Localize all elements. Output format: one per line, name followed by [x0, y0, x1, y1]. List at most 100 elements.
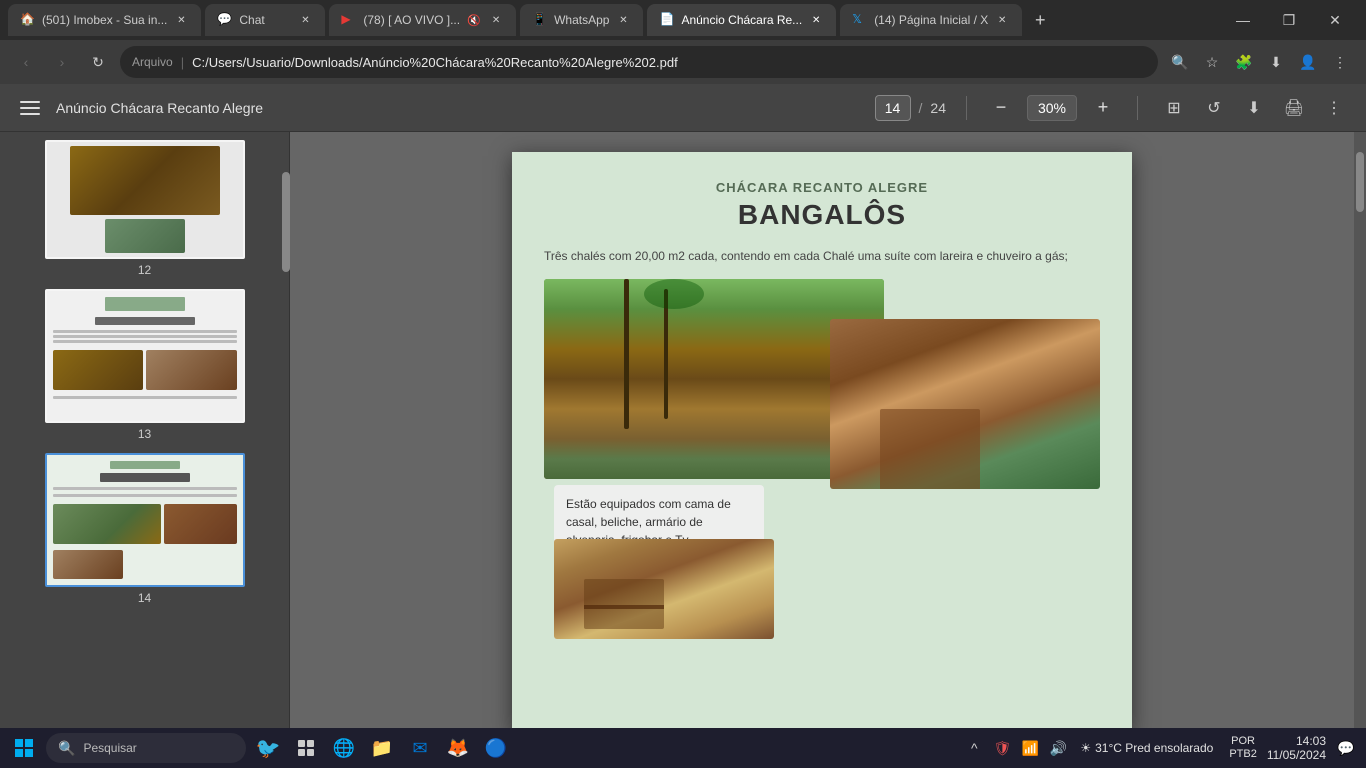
tray-time[interactable]: 14:03 11/05/2024 [1267, 734, 1326, 762]
close-button[interactable]: ✕ [1312, 0, 1358, 40]
thumb14-header [110, 461, 180, 469]
right-scrollbar[interactable] [1354, 132, 1366, 728]
thumb13-label: 13 [138, 427, 151, 441]
thumb13-caption [53, 396, 237, 399]
pdf-download-button[interactable]: ⬇ [1238, 92, 1270, 124]
bookmark-icon[interactable]: ☆ [1198, 48, 1226, 76]
tab-twitter-close[interactable]: ✕ [994, 12, 1010, 28]
taskbar-bluebird-icon[interactable]: 🐦 [252, 732, 284, 764]
tab-pdf-close[interactable]: ✕ [808, 12, 824, 28]
search-placeholder: Pesquisar [83, 741, 136, 755]
file-explorer-icon[interactable]: 📁 [366, 732, 398, 764]
tab-whatsapp[interactable]: 📱 WhatsApp ✕ [520, 4, 643, 36]
tab-aovivo-favicon: ▶ [341, 12, 357, 28]
reload-button[interactable]: ↻ [84, 48, 112, 76]
thumb14-img1 [53, 504, 162, 544]
page-number-input[interactable] [875, 95, 911, 121]
tab-imobex-close[interactable]: ✕ [173, 12, 189, 28]
tab-whatsapp-title: WhatsApp [554, 13, 609, 27]
thumb13-header [105, 297, 185, 311]
room-photo-inner [554, 539, 774, 639]
thumbnail-13[interactable]: 13 [8, 289, 281, 441]
tray-lang[interactable]: POR PTB2 [1229, 735, 1257, 761]
tray-time-display: 14:03 [1296, 734, 1326, 748]
forward-button[interactable]: › [48, 48, 76, 76]
windows-start-button[interactable] [8, 732, 40, 764]
firefox-icon[interactable]: 🦊 [442, 732, 474, 764]
pdf-divider-2 [1137, 96, 1138, 120]
new-tab-button[interactable]: + [1026, 6, 1054, 34]
tab-whatsapp-favicon: 📱 [532, 12, 548, 28]
extensions-icon[interactable]: 🧩 [1230, 48, 1258, 76]
pdf-main-title: BANGALÔS [544, 199, 1100, 231]
profile-icon[interactable]: 👤 [1294, 48, 1322, 76]
tray-network-icon[interactable]: 📶 [1018, 736, 1042, 760]
tab-bar: 🏠 (501) Imobex - Sua in... ✕ 💬 Chat ✕ ▶ … [0, 0, 1366, 40]
mail-icon[interactable]: ✉ [404, 732, 436, 764]
thumbnail-12[interactable]: 12 [8, 140, 281, 277]
cabin-photo [830, 319, 1100, 489]
thumb14-img2 [164, 504, 236, 544]
tab-pdf-title: Anúncio Chácara Re... [681, 13, 802, 27]
address-bar: ‹ › ↻ Arquivo | C:/Users/Usuario/Downloa… [0, 40, 1366, 84]
tab-imobex-favicon: 🏠 [20, 12, 36, 28]
tray-chevron[interactable]: ^ [962, 736, 986, 760]
tray-security-icon[interactable]: 🛡 [990, 736, 1014, 760]
pdf-more-button[interactable]: ⋮ [1318, 92, 1350, 124]
menu-icon[interactable]: ⋮ [1326, 48, 1354, 76]
page-layout-button[interactable]: ⊞ [1158, 92, 1190, 124]
thumb13-title [95, 317, 195, 325]
pdf-intro-text: Três chalés com 20,00 m2 cada, contendo … [544, 247, 1100, 265]
tray-date-display: 11/05/2024 [1267, 748, 1326, 762]
chrome-icon[interactable]: 🔵 [480, 732, 512, 764]
pdf-print-button[interactable]: 🖨 [1278, 92, 1310, 124]
thumb13-line3 [53, 340, 237, 343]
zoom-in-button[interactable]: + [1089, 94, 1117, 122]
pdf-scroll-area[interactable]: CHÁCARA RECANTO ALEGRE BANGALÔS Três cha… [290, 132, 1354, 728]
tab-twitter[interactable]: 𝕏 (14) Página Inicial / X ✕ [840, 4, 1022, 36]
tab-aovivo[interactable]: ▶ (78) [ AO VIVO ]... 🔇 ✕ [329, 4, 516, 36]
thumbnail-14[interactable]: 14 [8, 453, 281, 605]
hamburger-button[interactable] [16, 94, 44, 122]
search-bar[interactable]: 🔍 Pesquisar [46, 733, 246, 763]
search-icon: 🔍 [58, 740, 75, 757]
tab-chat[interactable]: 💬 Chat ✕ [205, 4, 325, 36]
edge-browser-icon[interactable]: 🌐 [328, 732, 360, 764]
thumb14-img3 [53, 550, 123, 579]
url-bar[interactable]: Arquivo | C:/Users/Usuario/Downloads/Anú… [120, 46, 1158, 78]
tab-chat-title: Chat [239, 13, 291, 27]
notification-button[interactable]: 💬 [1334, 736, 1358, 760]
tab-aovivo-close[interactable]: ✕ [488, 12, 504, 28]
thumb13-img2 [146, 350, 237, 390]
tray-volume-icon[interactable]: 🔊 [1046, 736, 1070, 760]
tab-aovivo-mute-icon[interactable]: 🔇 [466, 12, 482, 28]
download-icon[interactable]: ⬇ [1262, 48, 1290, 76]
tab-imobex-title: (501) Imobex - Sua in... [42, 13, 167, 27]
tab-chat-close[interactable]: ✕ [297, 12, 313, 28]
minimize-button[interactable]: — [1220, 0, 1266, 40]
thumb14-text2 [53, 494, 237, 497]
thumb14-text1 [53, 487, 237, 490]
tab-whatsapp-close[interactable]: ✕ [615, 12, 631, 28]
cabin-photo-inner [830, 319, 1100, 489]
thumb12-label: 12 [138, 263, 151, 277]
tray-weather[interactable]: ☀ 31°C Pred ensolarado [1080, 741, 1213, 755]
annotations-button[interactable]: ↺ [1198, 92, 1230, 124]
zoom-value-display: 30% [1027, 95, 1077, 121]
zoom-icon[interactable]: 🔍 [1166, 48, 1194, 76]
thumb13-img1 [53, 350, 144, 390]
zoom-out-button[interactable]: − [987, 94, 1015, 122]
thumbnail-panel[interactable]: 12 1 [0, 132, 290, 728]
page-separator: / [919, 100, 923, 116]
right-scroll-thumb[interactable] [1356, 152, 1364, 212]
back-button[interactable]: ‹ [12, 48, 40, 76]
task-view-button[interactable] [290, 732, 322, 764]
tab-imobex[interactable]: 🏠 (501) Imobex - Sua in... ✕ [8, 4, 201, 36]
hamburger-line-2 [20, 107, 40, 109]
maximize-button[interactable]: ❐ [1266, 0, 1312, 40]
tab-aovivo-title: (78) [ AO VIVO ]... [363, 13, 460, 27]
tab-twitter-title: (14) Página Inicial / X [874, 13, 988, 27]
thumb13-line2 [53, 335, 237, 338]
tab-pdf[interactable]: 📄 Anúncio Chácara Re... ✕ [647, 4, 836, 36]
url-separator: | [181, 55, 184, 70]
